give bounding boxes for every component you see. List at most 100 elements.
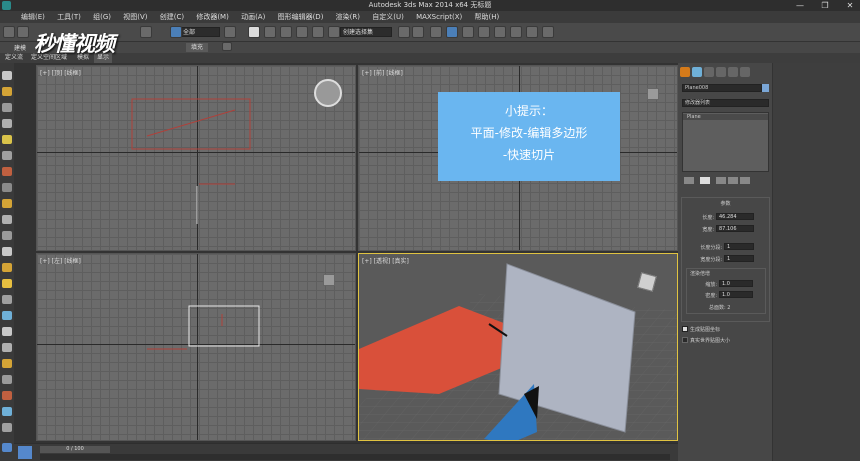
timeline-track[interactable] bbox=[40, 454, 670, 460]
tool-icon-23[interactable] bbox=[2, 423, 12, 432]
align-icon[interactable] bbox=[412, 26, 424, 38]
mirror-icon[interactable] bbox=[398, 26, 410, 38]
length-spinner[interactable]: 46.284 bbox=[716, 213, 754, 220]
tool-icon-24[interactable] bbox=[2, 443, 12, 452]
tool-icon-16[interactable] bbox=[2, 311, 12, 320]
object-color-swatch[interactable] bbox=[762, 84, 769, 92]
menu-tools[interactable]: 工具(T) bbox=[52, 11, 86, 23]
graphite-tools-icon[interactable] bbox=[446, 26, 458, 38]
snap-toggle-icon[interactable] bbox=[328, 26, 340, 38]
tool-icon-9[interactable] bbox=[2, 199, 12, 208]
tool-icon-3[interactable] bbox=[2, 103, 12, 112]
tool-icon-11[interactable] bbox=[2, 231, 12, 240]
tool-icon-6[interactable] bbox=[2, 151, 12, 160]
configure-sets-icon[interactable] bbox=[740, 177, 750, 184]
select-rotate-icon[interactable] bbox=[264, 26, 276, 38]
menu-edit[interactable]: 编辑(E) bbox=[16, 11, 50, 23]
remove-modifier-icon[interactable] bbox=[728, 177, 738, 184]
tool-icon-18[interactable] bbox=[2, 343, 12, 352]
viewcube-icon[interactable] bbox=[647, 88, 659, 100]
menu-animation[interactable]: 动画(A) bbox=[236, 11, 270, 23]
tool-icon-1[interactable] bbox=[2, 71, 12, 80]
tool-icon-7[interactable] bbox=[2, 167, 12, 176]
tool-icon-20[interactable] bbox=[2, 375, 12, 384]
material-editor-icon[interactable] bbox=[494, 26, 506, 38]
scale-spinner[interactable]: 1.0 bbox=[719, 280, 753, 287]
menu-customize[interactable]: 自定义(U) bbox=[367, 11, 409, 23]
time-slider[interactable]: 0 / 100 bbox=[40, 446, 110, 453]
stack-item-plane[interactable]: Plane bbox=[683, 114, 768, 120]
tool-icon-13[interactable] bbox=[2, 263, 12, 272]
minimize-button[interactable]: — bbox=[790, 0, 810, 11]
tool-icon-5[interactable] bbox=[2, 135, 12, 144]
hierarchy-tab-icon[interactable] bbox=[704, 67, 714, 77]
real-world-map-checkbox[interactable] bbox=[682, 337, 688, 343]
tool-icon-4[interactable] bbox=[2, 119, 12, 128]
tool-icon-19[interactable] bbox=[2, 359, 12, 368]
show-end-result-icon[interactable] bbox=[700, 177, 710, 184]
viewport-label-front[interactable]: [+] [前] [线框] bbox=[362, 68, 403, 77]
length-segs-spinner[interactable]: 1 bbox=[724, 243, 754, 250]
utilities-tab-icon[interactable] bbox=[740, 67, 750, 77]
named-selection-dropdown[interactable]: 创建选择集 bbox=[340, 27, 392, 37]
menu-rendering[interactable]: 渲染(R) bbox=[331, 11, 365, 23]
modify-tab-icon[interactable] bbox=[692, 67, 702, 77]
tool-icon-2[interactable] bbox=[2, 87, 12, 96]
status-bar: 0 / 100 bbox=[14, 443, 678, 461]
rendered-frame-icon[interactable] bbox=[526, 26, 538, 38]
viewport-perspective[interactable]: [+] [透视] [真实] bbox=[358, 253, 678, 441]
link-icon[interactable] bbox=[3, 26, 15, 38]
select-object-icon[interactable] bbox=[170, 26, 182, 38]
modifier-list-dropdown[interactable]: 修改器列表 bbox=[682, 99, 769, 107]
gen-map-coords-checkbox[interactable] bbox=[682, 326, 688, 332]
make-unique-icon[interactable] bbox=[716, 177, 726, 184]
steering-wheel-icon[interactable] bbox=[314, 79, 342, 107]
pin-stack-icon[interactable] bbox=[684, 177, 694, 184]
ribbon-options-icon[interactable] bbox=[222, 42, 232, 51]
bind-spacewarp-icon[interactable] bbox=[140, 26, 152, 38]
menu-maxscript[interactable]: MAXScript(X) bbox=[411, 11, 467, 23]
tool-icon-8[interactable] bbox=[2, 183, 12, 192]
menu-help[interactable]: 帮助(H) bbox=[469, 11, 504, 23]
viewport-left[interactable]: [+] [左] [线框] bbox=[36, 253, 356, 441]
selection-filter-dropdown[interactable]: 全部 bbox=[180, 27, 220, 37]
subtab-define-flow[interactable]: 定义流 bbox=[2, 53, 26, 63]
tool-icon-22[interactable] bbox=[2, 407, 12, 416]
select-move-icon[interactable] bbox=[248, 26, 260, 38]
tool-icon-14[interactable] bbox=[2, 279, 12, 288]
render-teapot-icon[interactable] bbox=[542, 26, 554, 38]
ribbon-fill-tab[interactable]: 填充 bbox=[186, 43, 209, 52]
display-tab-icon[interactable] bbox=[728, 67, 738, 77]
tool-icon-12[interactable] bbox=[2, 247, 12, 256]
mini-listener-icon[interactable] bbox=[18, 446, 32, 459]
select-scale-icon[interactable] bbox=[280, 26, 292, 38]
menu-create[interactable]: 创建(C) bbox=[155, 11, 189, 23]
menu-modifiers[interactable]: 修改器(M) bbox=[191, 11, 234, 23]
tool-icon-17[interactable] bbox=[2, 327, 12, 336]
close-button[interactable]: ✕ bbox=[840, 0, 860, 11]
menu-graph-editors[interactable]: 图形编辑器(D) bbox=[273, 11, 329, 23]
menu-view[interactable]: 视图(V) bbox=[118, 11, 152, 23]
select-by-name-icon[interactable] bbox=[224, 26, 236, 38]
tool-icon-15[interactable] bbox=[2, 295, 12, 304]
pivot-center-icon[interactable] bbox=[312, 26, 324, 38]
width-spinner[interactable]: 87.106 bbox=[716, 225, 754, 232]
menu-group[interactable]: 组(G) bbox=[88, 11, 116, 23]
object-name-field[interactable]: Plane008 bbox=[682, 84, 762, 92]
create-tab-icon[interactable] bbox=[680, 67, 690, 77]
render-setup-icon[interactable] bbox=[510, 26, 522, 38]
schematic-view-icon[interactable] bbox=[478, 26, 490, 38]
motion-tab-icon[interactable] bbox=[716, 67, 726, 77]
tool-icon-10[interactable] bbox=[2, 215, 12, 224]
maximize-button[interactable]: ❐ bbox=[815, 0, 835, 11]
ribbon-modeling-tab[interactable]: 建模 bbox=[14, 43, 26, 52]
params-title[interactable]: 参数 bbox=[682, 200, 769, 207]
reference-coord-icon[interactable] bbox=[296, 26, 308, 38]
viewport-top[interactable]: [+] [顶] [线框] bbox=[36, 65, 356, 251]
curve-editor-icon[interactable] bbox=[462, 26, 474, 38]
layer-manager-icon[interactable] bbox=[430, 26, 442, 38]
tool-icon-21[interactable] bbox=[2, 391, 12, 400]
density-spinner[interactable]: 1.0 bbox=[719, 291, 753, 298]
unlink-icon[interactable] bbox=[17, 26, 29, 38]
width-segs-spinner[interactable]: 1 bbox=[724, 255, 754, 262]
